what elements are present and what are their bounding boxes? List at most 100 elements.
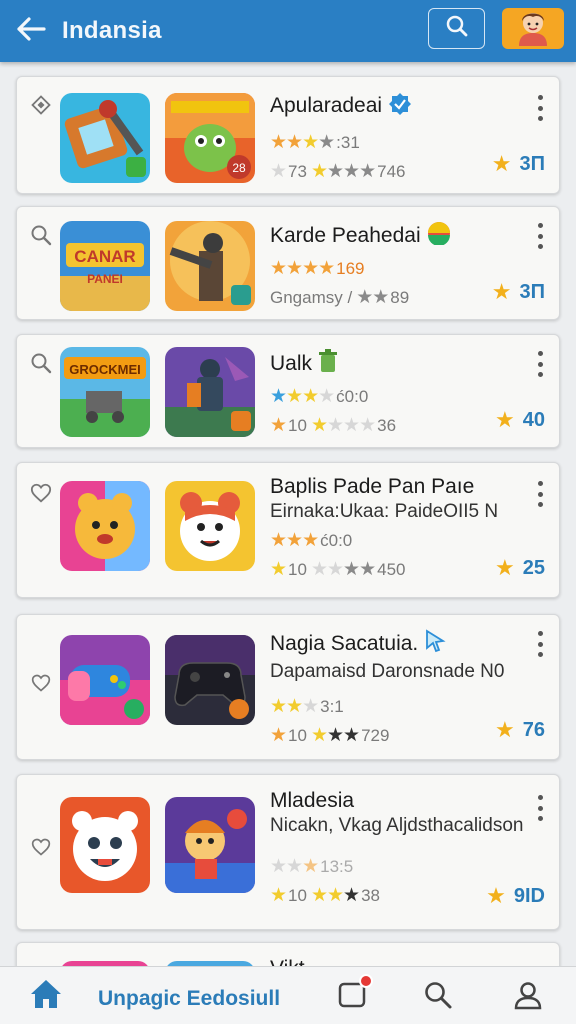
star-rating-icon: ★★★★ bbox=[270, 386, 335, 407]
rating-row: ★★★★ :31 bbox=[270, 131, 499, 154]
rating-count: 89 bbox=[390, 287, 410, 307]
app-thumbnail[interactable]: GROCKMEI bbox=[60, 347, 150, 437]
app-name[interactable]: Apularadeai bbox=[270, 91, 499, 121]
app-thumbnail[interactable] bbox=[165, 481, 255, 571]
rating-value: ć0:0 bbox=[320, 530, 353, 550]
search-icon[interactable] bbox=[29, 223, 53, 247]
rating-row: ★ 73 ★★★★ 746 bbox=[270, 160, 499, 183]
more-options-icon[interactable] bbox=[535, 351, 545, 377]
rating-count: 73 bbox=[288, 161, 307, 181]
star-rating-icon: ★ bbox=[270, 559, 287, 580]
app-thumbnail[interactable] bbox=[165, 221, 255, 311]
list-item[interactable]: CANAR PANEI Karde Peahedai ★★★★ 169 Gngam… bbox=[16, 206, 560, 320]
page-title: Indansia bbox=[62, 17, 162, 44]
app-thumbnail[interactable] bbox=[165, 347, 255, 437]
score-badge: ★ 3П bbox=[491, 151, 545, 176]
star-rating-icon: ★★★ bbox=[310, 725, 360, 746]
star-rating-icon: ★★★★ bbox=[310, 161, 376, 182]
app-name[interactable]: Ualk bbox=[270, 349, 499, 379]
more-options-icon[interactable] bbox=[535, 95, 545, 121]
search-icon[interactable] bbox=[29, 351, 53, 375]
list-item[interactable]: 28 Apularadeai ★★★★ :31 ★ 73 ★★★★ 746 ★ … bbox=[16, 76, 560, 194]
list-item[interactable]: Vikt bbox=[16, 942, 560, 966]
home-icon bbox=[29, 978, 63, 1015]
app-list[interactable]: 28 Apularadeai ★★★★ :31 ★ 73 ★★★★ 746 ★ … bbox=[0, 62, 576, 966]
nav-home[interactable] bbox=[28, 979, 64, 1013]
heart-icon[interactable] bbox=[29, 671, 53, 695]
more-options-icon[interactable] bbox=[535, 481, 545, 507]
app-name[interactable]: Mladesia bbox=[270, 789, 499, 813]
search-button[interactable] bbox=[428, 8, 485, 49]
inbox-icon bbox=[337, 973, 373, 1015]
star-icon: ★ bbox=[495, 717, 515, 742]
star-icon: ★ bbox=[491, 279, 512, 304]
verified-badge-icon bbox=[388, 91, 412, 121]
rating-row: ★ 10 ★★★★ 450 bbox=[270, 558, 499, 581]
search-icon bbox=[445, 14, 469, 43]
rating-count: 450 bbox=[377, 559, 406, 579]
rating-count: 746 bbox=[377, 161, 406, 181]
rating-row: ★★★ 13:5 bbox=[270, 855, 499, 878]
star-icon: ★ bbox=[495, 407, 515, 432]
app-name[interactable]: Baplis Pade Pan Paıe bbox=[270, 475, 499, 499]
more-options-icon[interactable] bbox=[535, 795, 545, 821]
app-thumbnail[interactable] bbox=[60, 93, 150, 183]
score-badge: ★ 76 bbox=[495, 717, 545, 742]
rating-category: Gngamsy / bbox=[270, 287, 353, 307]
app-name[interactable]: Karde Peahedai bbox=[270, 221, 499, 251]
avatar-icon bbox=[511, 8, 555, 49]
app-thumbnail[interactable] bbox=[60, 481, 150, 571]
avatar-button[interactable] bbox=[502, 8, 564, 49]
top-app-bar: Indansia bbox=[0, 0, 576, 62]
app-name[interactable]: Nagia Sacatuia. bbox=[270, 629, 499, 659]
diamond-icon[interactable] bbox=[29, 93, 53, 117]
app-thumbnail[interactable] bbox=[60, 797, 150, 893]
rating-count: 10 bbox=[288, 885, 307, 905]
back-arrow-icon bbox=[16, 16, 46, 46]
svg-text:28: 28 bbox=[232, 161, 246, 175]
star-rating-icon: ★★★★ bbox=[270, 258, 335, 279]
rating-value: 13:5 bbox=[320, 856, 354, 876]
more-options-icon[interactable] bbox=[535, 631, 545, 657]
star-rating-icon: ★ bbox=[270, 161, 287, 182]
star-icon: ★ bbox=[495, 555, 515, 580]
rating-row: ★ 10 ★★★ 729 bbox=[270, 724, 499, 747]
star-rating-icon: ★★★ bbox=[270, 856, 319, 877]
list-item[interactable]: Baplis Pade Pan Paıe Eirnaka:Ukaa: Paide… bbox=[16, 462, 560, 598]
star-rating-icon: ★★ bbox=[356, 287, 389, 308]
app-name[interactable]: Vikt bbox=[270, 957, 305, 966]
app-thumbnail[interactable]: 28 bbox=[165, 93, 255, 183]
rating-count: 38 bbox=[361, 885, 381, 905]
rating-row: ★★★★ 169 bbox=[270, 257, 499, 280]
star-rating-icon: ★ bbox=[270, 885, 287, 906]
star-rating-icon: ★★★ bbox=[310, 885, 360, 906]
cursor-badge-icon bbox=[424, 629, 446, 659]
back-button[interactable] bbox=[0, 0, 62, 62]
rating-value: :31 bbox=[336, 132, 360, 152]
app-thumbnail[interactable]: CANAR PANEI bbox=[60, 221, 150, 311]
list-item[interactable]: Nagia Sacatuia. Dapamaisd Daronsnade N0 … bbox=[16, 614, 560, 760]
score-badge: ★ 25 bbox=[495, 555, 545, 580]
rating-row: ★★★★ ć0:0 bbox=[270, 385, 499, 408]
notification-badge bbox=[359, 973, 373, 988]
app-thumbnail[interactable] bbox=[165, 797, 255, 893]
rating-row: ★ 10 ★★★★ 36 bbox=[270, 414, 499, 437]
app-subtitle: Dapamaisd Daronsnade N0 bbox=[270, 661, 505, 682]
rating-count: 729 bbox=[361, 725, 390, 745]
trash-badge-icon bbox=[318, 349, 338, 379]
list-item[interactable]: Mladesia Nicakn, Vkag Aljdsthacalidson ★… bbox=[16, 774, 560, 930]
rating-count: 10 bbox=[288, 415, 307, 435]
nav-profile[interactable] bbox=[512, 981, 544, 1013]
star-rating-icon: ★ bbox=[270, 725, 287, 746]
nav-search[interactable] bbox=[422, 981, 454, 1013]
heart-icon[interactable] bbox=[29, 481, 53, 505]
nav-label[interactable]: Unpagic Eedosiull bbox=[98, 987, 280, 1011]
heart-icon[interactable] bbox=[29, 835, 53, 859]
more-options-icon[interactable] bbox=[535, 223, 545, 249]
app-thumbnail[interactable] bbox=[60, 635, 150, 725]
score-badge: ★ 3П bbox=[491, 279, 545, 304]
nav-inbox[interactable] bbox=[336, 973, 373, 1015]
app-thumbnail[interactable] bbox=[165, 635, 255, 725]
svg-text:CANAR: CANAR bbox=[74, 247, 135, 266]
list-item[interactable]: GROCKMEI Ualk ★★★★ ć0:0 ★ 10 ★★★★ 36 ★ 4… bbox=[16, 334, 560, 448]
